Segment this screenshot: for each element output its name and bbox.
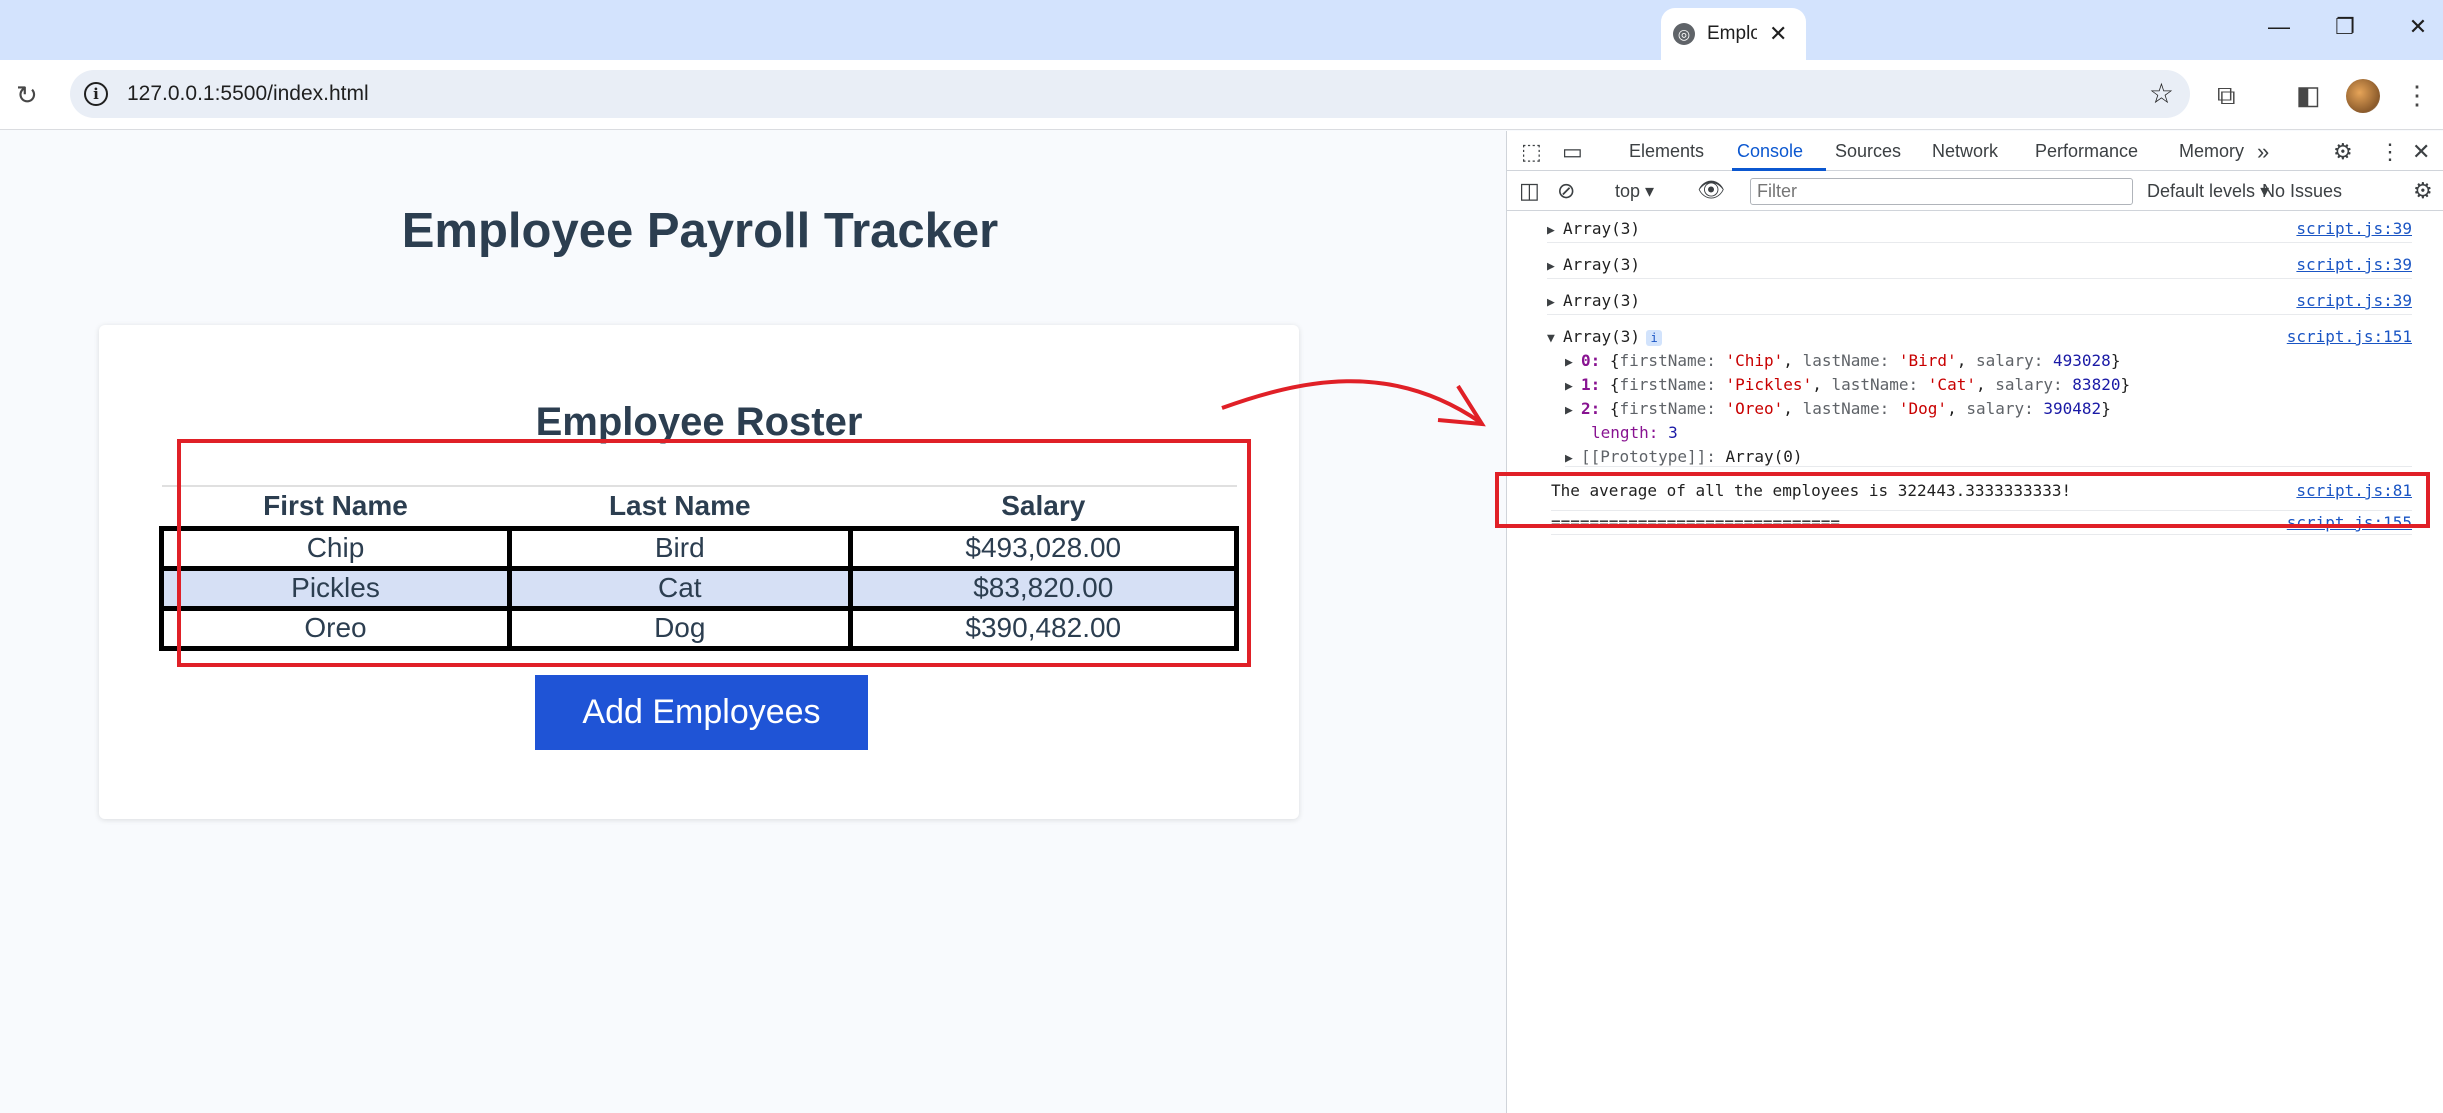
expand-triangle-icon[interactable]: ▶ <box>1547 295 1563 310</box>
web-page: Employee Payroll Tracker Employee Roster… <box>0 131 1506 1113</box>
source-link[interactable]: script.js:39 <box>2296 219 2412 238</box>
menu-kebab-icon[interactable]: ⋮ <box>2404 80 2430 111</box>
devtools-tab-bar: ⬚ ▭ Elements Console Sources Network Per… <box>1507 131 2443 171</box>
browser-toolbar: ↻ i 127.0.0.1:5500/index.html ☆ ⧉ ◧ ⋮ <box>0 60 2443 130</box>
salary-value: 390482 <box>2043 399 2102 418</box>
close-devtools-icon[interactable]: ✕ <box>2412 139 2430 165</box>
context-label: top <box>1615 181 1641 201</box>
context-selector[interactable]: top ▾ <box>1615 181 1654 202</box>
log-levels-label: Default levels <box>2147 181 2256 201</box>
device-toolbar-icon[interactable]: ▭ <box>1562 139 1583 165</box>
address-bar[interactable]: i 127.0.0.1:5500/index.html ☆ <box>70 70 2190 118</box>
add-employees-button[interactable]: Add Employees <box>535 675 868 750</box>
annotation-box-console <box>1495 472 2430 528</box>
inspect-element-icon[interactable]: ⬚ <box>1521 139 1542 165</box>
array-item[interactable]: ▶ 2: {firstName: 'Oreo', lastName: 'Dog',… <box>1565 399 2430 423</box>
more-tabs-icon[interactable]: » <box>2257 139 2269 165</box>
profile-avatar[interactable] <box>2346 79 2380 113</box>
last-name-value: 'Dog' <box>1898 399 1948 418</box>
last-name-value: 'Cat' <box>1927 375 1976 394</box>
console-log-row[interactable]: ▶ Array(3) script.js:39 <box>1547 291 2412 315</box>
bookmark-star-icon[interactable]: ☆ <box>2149 77 2174 110</box>
globe-icon: ◎ <box>1673 23 1695 45</box>
first-name-value: 'Oreo' <box>1725 399 1784 418</box>
salary-value: 493028 <box>2053 351 2111 370</box>
collapse-triangle-icon[interactable]: ▼ <box>1547 331 1563 346</box>
tab-memory[interactable]: Memory <box>2179 141 2244 162</box>
console-log-row[interactable]: ▶ Array(3) script.js:39 <box>1547 219 2412 243</box>
site-info-icon[interactable]: i <box>84 82 108 106</box>
source-link[interactable]: script.js:151 <box>2287 327 2412 346</box>
console-log-row-expanded[interactable]: ▼ Array(3) i script.js:151 <box>1547 327 2412 351</box>
salary-value: 83820 <box>2072 375 2121 394</box>
tab-network[interactable]: Network <box>1932 141 1998 162</box>
annotation-box-table <box>177 439 1251 667</box>
last-name-value: 'Bird' <box>1898 351 1957 370</box>
array-item[interactable]: ▶ 1: {firstName: 'Pickles', lastName: 'Ca… <box>1565 375 2430 399</box>
source-link[interactable]: script.js:39 <box>2296 255 2412 274</box>
expand-triangle-icon[interactable]: ▶ <box>1565 403 1581 418</box>
reload-icon[interactable]: ↻ <box>16 80 38 111</box>
browser-tab[interactable]: ◎ Employee Payroll Tracker ✕ <box>1661 8 1806 60</box>
array-item[interactable]: ▶ 0: {firstName: 'Chip', lastName: 'Bird'… <box>1565 351 2430 375</box>
log-value: Array(3) <box>1563 327 1641 346</box>
tab-title: Employee Payroll Tracker <box>1707 23 1757 44</box>
clear-console-icon[interactable]: ⊘ <box>1557 178 1575 204</box>
expand-triangle-icon[interactable]: ▶ <box>1565 379 1581 394</box>
tab-elements[interactable]: Elements <box>1629 141 1704 162</box>
restore-icon[interactable]: ❐ <box>2330 14 2360 40</box>
extensions-icon[interactable]: ⧉ <box>2217 80 2236 112</box>
array-prototype[interactable]: ▶ [[Prototype]]: Array(0) <box>1565 447 2412 467</box>
tab-close-icon[interactable]: ✕ <box>1769 21 1787 47</box>
first-name-value: 'Chip' <box>1725 351 1784 370</box>
page-title: Employee Payroll Tracker <box>401 204 999 258</box>
console-toolbar: ◫ ⊘ top ▾ 👁 Default levels ▾ No Issues ⚙ <box>1507 171 2443 211</box>
sidebar-toggle-icon[interactable]: ◫ <box>1519 178 1540 204</box>
prototype-key: [[Prototype]]: <box>1581 447 1716 466</box>
console-filter-input[interactable] <box>1750 178 2133 205</box>
length-value: 3 <box>1668 423 1678 442</box>
log-value: Array(3) <box>1563 255 1641 274</box>
log-value: Array(3) <box>1563 291 1641 310</box>
expand-triangle-icon[interactable]: ▶ <box>1565 451 1581 466</box>
issues-counter[interactable]: No Issues <box>2262 181 2342 202</box>
log-levels-dropdown[interactable]: Default levels ▾ <box>2147 181 2269 202</box>
info-icon[interactable]: i <box>1646 330 1663 346</box>
annotation-arrow <box>1221 379 1486 427</box>
side-panel-icon[interactable]: ◧ <box>2296 80 2321 111</box>
tab-sources[interactable]: Sources <box>1835 141 1901 162</box>
settings-gear-icon[interactable]: ⚙ <box>2333 139 2353 165</box>
item-index: 2: <box>1581 399 1601 418</box>
live-expression-eye-icon[interactable]: 👁 <box>1697 177 1725 203</box>
devtools-menu-icon[interactable]: ⋮ <box>2379 139 2401 165</box>
expand-triangle-icon[interactable]: ▶ <box>1565 355 1581 370</box>
log-value: Array(3) <box>1563 219 1641 238</box>
close-window-icon[interactable]: ✕ <box>2403 14 2433 40</box>
tab-console[interactable]: Console <box>1737 141 1803 162</box>
minimize-icon[interactable]: — <box>2264 14 2294 40</box>
expand-triangle-icon[interactable]: ▶ <box>1547 223 1563 238</box>
array-length: length: 3 <box>1591 423 2443 447</box>
url-text: 127.0.0.1:5500/index.html <box>127 82 369 105</box>
source-link[interactable]: script.js:39 <box>2296 291 2412 310</box>
prototype-value: Array(0) <box>1725 447 1803 466</box>
item-index: 1: <box>1581 375 1601 394</box>
tab-performance[interactable]: Performance <box>2035 141 2138 162</box>
browser-titlebar: ◎ Employee Payroll Tracker ✕ — ❐ ✕ <box>0 0 2443 60</box>
console-settings-icon[interactable]: ⚙ <box>2413 178 2433 204</box>
expand-triangle-icon[interactable]: ▶ <box>1547 259 1563 274</box>
devtools-panel: ⬚ ▭ Elements Console Sources Network Per… <box>1495 131 2443 1113</box>
console-log-row[interactable]: ▶ Array(3) script.js:39 <box>1547 255 2412 279</box>
length-key: length: <box>1591 423 1659 442</box>
first-name-value: 'Pickles' <box>1725 375 1813 394</box>
item-index: 0: <box>1581 351 1601 370</box>
